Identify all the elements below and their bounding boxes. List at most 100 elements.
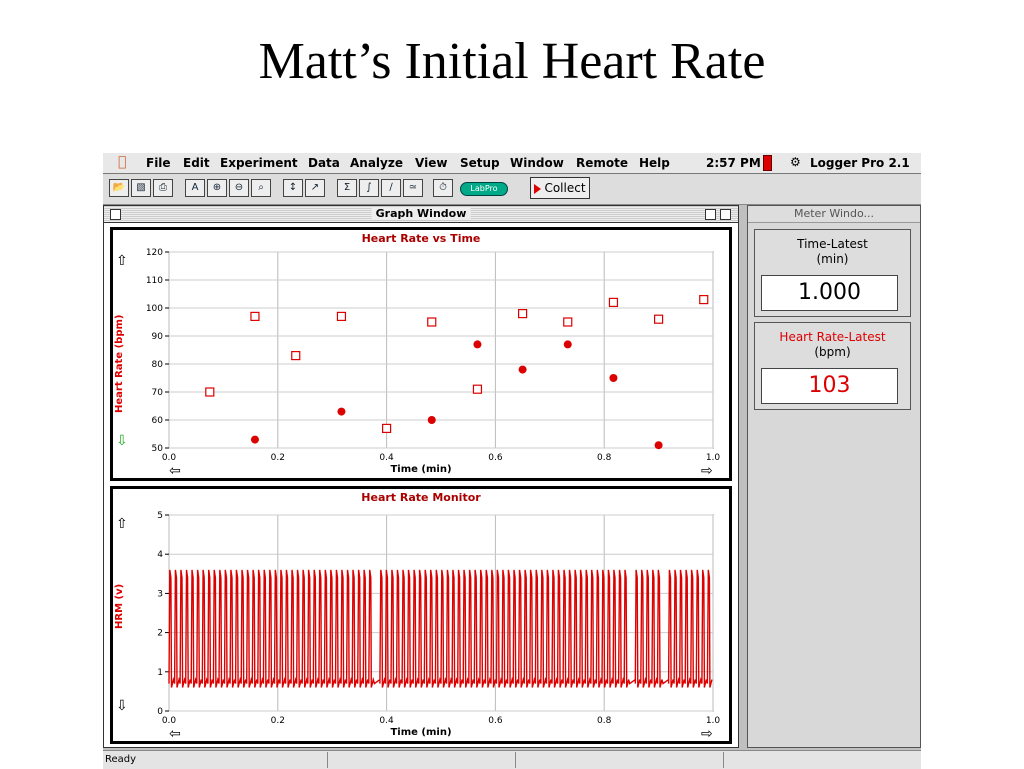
app-name[interactable]: Logger Pro 2.1 [810, 156, 910, 170]
filled-circle-point [609, 374, 618, 382]
top-plot-frame [168, 251, 714, 449]
status-bar: Ready [103, 750, 921, 769]
top-y-tick-label: 60 [152, 416, 164, 426]
open-square-point [336, 311, 347, 322]
status-divider [515, 752, 516, 768]
menu-file[interactable]: File [146, 156, 171, 170]
meter-time-latest[interactable]: Time-Latest (min) 1.000 [754, 229, 911, 317]
filled-circle-point [473, 340, 482, 349]
status-divider [723, 752, 724, 768]
menu-help[interactable]: Help [639, 156, 670, 170]
statistics-icon[interactable]: Σ [337, 179, 357, 197]
meter-window: Meter Windo... Time-Latest (min) 1.000 H… [747, 205, 921, 748]
top-y-tick-label: 50 [152, 444, 164, 454]
top-y-tick-label: 110 [146, 276, 163, 286]
filled-circle-point [654, 441, 663, 450]
collapse-box-icon[interactable] [720, 209, 731, 220]
hrm-waveform-line [168, 569, 713, 688]
autoscale-icon[interactable]: A [185, 179, 205, 197]
bottom-x-tick-label: 1.0 [706, 716, 721, 726]
top-x-tick-label: 0.0 [162, 453, 177, 463]
bottom-y-tick-label: 2 [157, 629, 163, 639]
menu-analyze[interactable]: Analyze [350, 156, 403, 170]
save-file-icon[interactable]: ▧ [131, 179, 151, 197]
menu-edit[interactable]: Edit [183, 156, 210, 170]
zoom-in-icon[interactable]: ⊕ [207, 179, 227, 197]
bottom-x-tick-label: 0.8 [597, 716, 612, 726]
filled-circle-point [427, 416, 436, 424]
filled-circle-point [563, 340, 572, 349]
heart-rate-scatter-chart: 0.0 0.2 0.4 0.6 0.8 1.0 50 60 70 80 90 100 110 120 [146, 248, 721, 463]
top-y-tick-label: 120 [146, 248, 163, 258]
status-text: Ready [105, 754, 137, 765]
filled-circle-point [337, 407, 346, 416]
examine-icon[interactable]: ↕ [283, 179, 303, 197]
bottom-y-tick-label: 5 [157, 511, 163, 521]
close-box-icon[interactable] [110, 209, 121, 220]
graph-window-title: Graph Window [371, 207, 471, 220]
top-x-tick-label: 1.0 [706, 453, 721, 463]
menu-data[interactable]: Data [308, 156, 340, 170]
collect-label: Collect [544, 181, 586, 195]
print-icon[interactable]: ⎙ [153, 179, 173, 197]
bottom-y-tick-label: 3 [157, 589, 163, 599]
logger-pro-screen:  File Edit Experiment Data Analyze View… [103, 153, 921, 769]
top-x-tick-label: 0.6 [488, 453, 503, 463]
open-square-point [699, 294, 709, 305]
open-square-point [427, 317, 437, 327]
heart-rate-monitor-chart: 0.0 0.2 0.4 0.6 0.8 1.0 0 1 2 3 4 5 [157, 511, 721, 726]
meter-window-title[interactable]: Meter Windo... [748, 206, 920, 223]
open-square-point [653, 314, 664, 324]
zoom-icon[interactable]: ⌕ [251, 179, 271, 197]
open-square-point [563, 317, 573, 327]
meter-value: 1.000 [761, 275, 898, 311]
graph-window: Graph Window Heart Rate vs Time Heart Ra… [103, 205, 739, 748]
apple-icon[interactable]:  [118, 154, 126, 170]
graph-window-titlebar[interactable]: Graph Window [104, 206, 738, 223]
heart-rate-monitor-panel[interactable]: Heart Rate Monitor HRM (v) Time (min) ⇧ … [110, 486, 732, 744]
open-square-point [382, 423, 392, 433]
top-y-tick-label: 70 [152, 388, 164, 398]
bottom-y-tick-label: 1 [157, 668, 163, 678]
toolbar: 📂 ▧ ⎙ A ⊕ ⊖ ⌕ ↕ ↗ Σ ∫ ∕ ≃ ⏱ LabPro Colle… [103, 174, 921, 205]
labpro-icon[interactable]: LabPro [460, 182, 508, 196]
zoom-box-icon[interactable] [705, 209, 716, 220]
filled-circle-point [518, 365, 527, 374]
open-square-point [205, 387, 215, 397]
meter-unit: (bpm) [814, 345, 851, 359]
meter-label: Heart Rate-Latest [779, 330, 886, 344]
bottom-y-tick-label: 4 [157, 550, 163, 560]
collect-button[interactable]: Collect [530, 177, 590, 199]
app-icon[interactable]: ⚙ [790, 155, 801, 169]
menu-experiment[interactable]: Experiment [220, 156, 298, 170]
meter-label: Time-Latest [797, 237, 868, 251]
tangent-icon[interactable]: ↗ [305, 179, 325, 197]
integral-icon[interactable]: ∫ [359, 179, 379, 197]
linear-fit-icon[interactable]: ∕ [381, 179, 401, 197]
open-square-point [472, 384, 483, 394]
heart-rate-vs-time-panel[interactable]: Heart Rate vs Time Heart Rate (bpm) Time… [110, 227, 732, 481]
top-x-tick-label: 0.4 [379, 453, 394, 463]
menubar-clock: 2:57 PM [706, 156, 761, 170]
bottom-x-tick-label: 0.6 [488, 716, 503, 726]
meter-heart-rate-latest[interactable]: Heart Rate-Latest (bpm) 103 [754, 322, 911, 410]
menu-setup[interactable]: Setup [460, 156, 500, 170]
open-square-point [518, 308, 528, 319]
open-file-icon[interactable]: 📂 [109, 179, 129, 197]
bottom-x-tick-label: 0.4 [379, 716, 394, 726]
menu-view[interactable]: View [415, 156, 447, 170]
timer-icon[interactable]: ⏱ [433, 179, 453, 197]
open-square-point [250, 311, 260, 322]
filled-circle-point [250, 435, 259, 444]
bottom-x-tick-label: 0.0 [162, 716, 177, 726]
menu-window[interactable]: Window [510, 156, 564, 170]
menu-remote[interactable]: Remote [576, 156, 628, 170]
top-x-tick-label: 0.2 [271, 453, 285, 463]
top-y-tick-label: 100 [146, 304, 163, 314]
meter-value: 103 [761, 368, 898, 404]
zoom-out-icon[interactable]: ⊖ [229, 179, 249, 197]
top-y-tick-label: 80 [152, 360, 164, 370]
curve-fit-icon[interactable]: ≃ [403, 179, 423, 197]
play-icon [534, 183, 542, 194]
status-divider [327, 752, 328, 768]
